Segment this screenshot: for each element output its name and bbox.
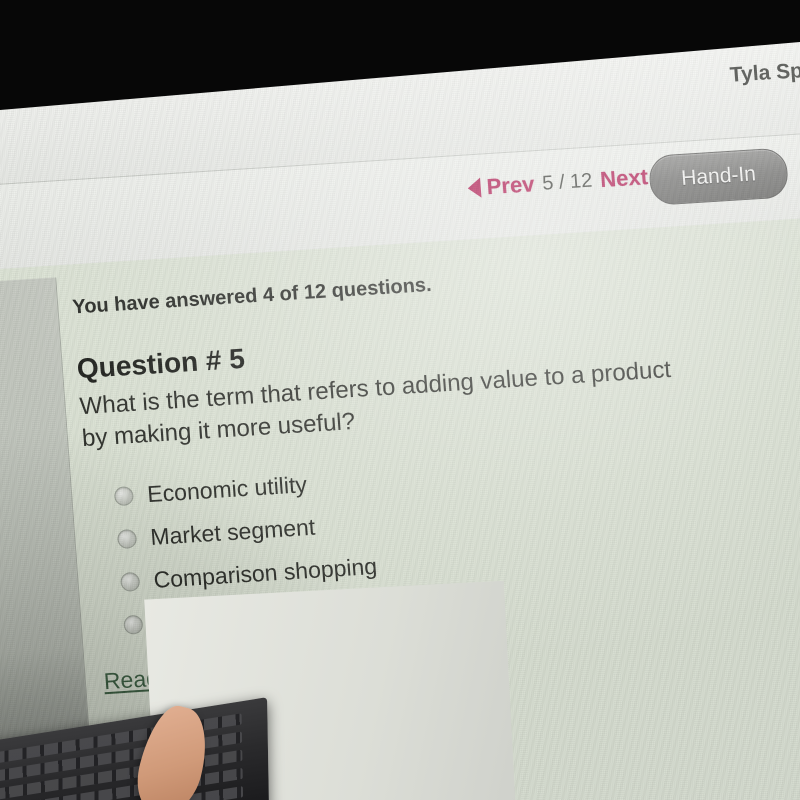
radio-button-icon[interactable] xyxy=(113,485,135,507)
next-button[interactable]: Next xyxy=(599,164,649,193)
student-name: Tyla Sprattling xyxy=(729,54,800,87)
answer-choice-label: Market segment xyxy=(149,513,316,550)
prev-arrow-icon[interactable] xyxy=(467,177,482,199)
question-pager: Prev 5 / 12 Next xyxy=(467,163,668,201)
radio-button-icon[interactable] xyxy=(116,528,138,549)
desk-foreground xyxy=(0,660,380,800)
hand-in-button[interactable]: Hand-In xyxy=(647,147,790,206)
question-counter: 5 / 12 xyxy=(541,169,594,195)
keyboard xyxy=(0,697,270,800)
answer-choice-label: Economic utility xyxy=(146,470,308,507)
radio-button-icon[interactable] xyxy=(123,614,144,635)
answer-choice-label: Comparison shopping xyxy=(152,552,378,593)
prev-button[interactable]: Prev xyxy=(486,171,536,200)
photograph-of-screen: ClassLink - My Apps × Edgenuity for Stud… xyxy=(0,0,800,800)
radio-button-icon[interactable] xyxy=(119,571,141,592)
